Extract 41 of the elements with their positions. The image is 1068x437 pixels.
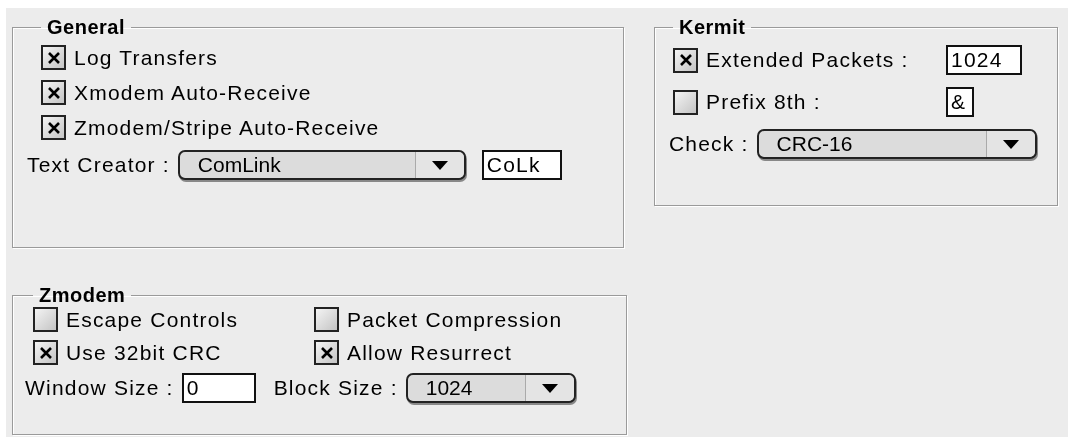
checkbox-label: Allow Resurrect (347, 340, 513, 365)
cross-icon (678, 53, 693, 67)
cross-icon (319, 345, 334, 360)
text-field[interactable]: 0 (181, 373, 256, 403)
dropdown[interactable]: CRC-16 (756, 129, 1037, 159)
cross-icon (38, 345, 53, 360)
dropdown[interactable]: ComLink (177, 150, 466, 180)
field-label: Check : (669, 132, 749, 156)
checkbox-label: Escape Controls (66, 307, 239, 332)
checkbox[interactable] (673, 47, 698, 73)
checkbox[interactable] (41, 45, 66, 70)
field-label: Text Creator : (27, 153, 170, 177)
caret-icon (431, 160, 448, 170)
text-field[interactable]: & (946, 87, 974, 117)
checkbox-label: Prefix 8th : (706, 90, 822, 114)
checkbox-label: Log Transfers (74, 45, 218, 70)
checkbox[interactable] (314, 340, 339, 365)
group-title: General (46, 16, 126, 39)
dropdown[interactable]: 1024 (405, 373, 576, 403)
group-title: Kermit (678, 16, 747, 39)
caret-icon (1002, 139, 1019, 149)
checkbox[interactable] (33, 307, 58, 332)
checkbox-label: Use 32bit CRC (66, 340, 222, 365)
checkbox-label: Xmodem Auto-Receive (74, 80, 312, 105)
cross-icon (46, 85, 61, 100)
caret-icon (541, 383, 558, 393)
checkbox[interactable] (673, 89, 698, 115)
text-field[interactable]: 1024 (946, 45, 1022, 75)
checkbox[interactable] (314, 307, 339, 332)
checkbox-label: Packet Compression (347, 307, 563, 332)
field-label: Window Size : (25, 376, 174, 400)
checkbox-label: Extended Packets : (706, 48, 910, 72)
field-label: Block Size : (273, 376, 398, 400)
checkbox[interactable] (41, 115, 66, 140)
checkbox[interactable] (33, 340, 58, 365)
group-title: Zmodem (38, 284, 127, 307)
cross-icon (46, 50, 61, 65)
cross-icon (46, 120, 61, 135)
checkbox-label: Zmodem/Stripe Auto-Receive (74, 115, 380, 140)
checkbox[interactable] (41, 80, 66, 105)
text-field[interactable]: CoLk (481, 150, 562, 180)
